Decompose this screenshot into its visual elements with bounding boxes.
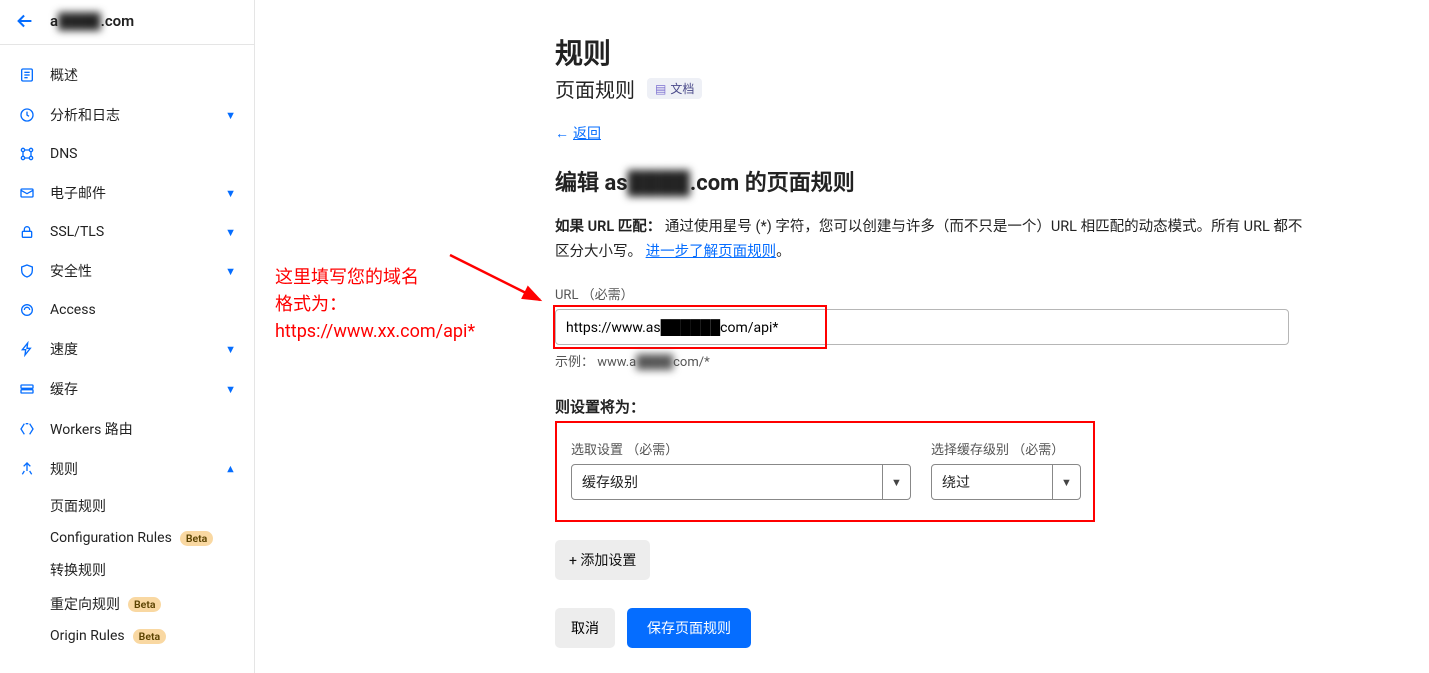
page-subtitle-row: 页面规则 ▤ 文档 [555,74,1305,103]
sidebar-item-overview[interactable]: 概述 [0,55,254,95]
sidebar-item-workers[interactable]: Workers 路由 [0,409,254,449]
learn-more-link[interactable]: 进一步了解页面规则 [646,243,777,260]
page-title: 规则 [555,32,1305,72]
sidebar-item-label: 速度 [50,339,211,359]
arrow-left-small-icon: ← [555,125,569,142]
sidebar: a████.com 概述 分析和日志 ▼ DNS 电子邮件 ▼ SSL/TLS … [0,0,255,673]
analytics-icon [18,106,36,124]
sidebar-item-rules[interactable]: 规则 ▼ [0,449,254,489]
docs-link[interactable]: ▤ 文档 [647,78,702,99]
sidebar-item-label: SSL/TLS [50,224,211,240]
edit-heading: 编辑 as████.com 的页面规则 [555,165,1305,197]
sidebar-item-label: DNS [50,146,236,162]
url-example: 示例： www.a████com/* [555,351,1305,370]
sub-transform-rules[interactable]: 转换规则 [50,553,254,587]
sidebar-header: a████.com [0,0,254,45]
chevron-down-icon: ▼ [225,226,236,239]
cache-level-col: 选择缓存级别 （必需） 绕过 ▼ [931,439,1081,500]
sidebar-item-label: 分析和日志 [50,105,211,125]
chevron-down-icon: ▼ [225,109,236,122]
beta-badge: Beta [180,531,213,546]
then-heading: 则设置将为： [555,396,1305,417]
sidebar-item-access[interactable]: Access [0,291,254,329]
sidebar-nav: 概述 分析和日志 ▼ DNS 电子邮件 ▼ SSL/TLS ▼ 安全性 ▼ [0,45,254,651]
sidebar-item-cache[interactable]: 缓存 ▼ [0,369,254,409]
sub-page-rules[interactable]: 页面规则 [50,489,254,523]
sub-label: 重定向规则 [50,594,120,614]
sidebar-item-dns[interactable]: DNS [0,135,254,173]
rules-icon [18,460,36,478]
annotation-line: https://www.xx.com/api* [275,318,475,345]
main-content: 这里填写您的域名 格式为： https://www.xx.com/api* 规则… [255,0,1429,673]
url-input[interactable] [555,309,1289,345]
setting-select[interactable]: 缓存级别 ▼ [571,464,911,500]
bolt-icon [18,340,36,358]
sub-label: Configuration Rules [50,530,172,546]
chevron-down-icon: ▼ [1052,465,1080,499]
sidebar-item-label: 规则 [50,459,211,479]
sub-label: Origin Rules [50,628,125,644]
sidebar-item-label: 缓存 [50,379,211,399]
overview-icon [18,66,36,84]
setting-select-col: 选取设置 （必需） 缓存级别 ▼ [571,439,911,500]
chevron-down-icon: ▼ [225,265,236,278]
match-label: 如果 URL 匹配： [555,218,661,235]
back-link[interactable]: ← 返回 [555,123,601,143]
sidebar-item-label: 概述 [50,65,236,85]
chevron-down-icon: ▼ [225,343,236,356]
back-label: 返回 [573,123,601,143]
annotation-arrow-icon [445,250,555,310]
sidebar-item-label: 电子邮件 [50,183,211,203]
beta-badge: Beta [128,597,161,612]
doc-icon: ▤ [655,82,666,96]
docs-label: 文档 [670,80,694,97]
chevron-down-icon: ▼ [225,383,236,396]
workers-icon [18,420,36,438]
cache-level-label: 选择缓存级别 （必需） [931,439,1081,458]
sub-redirect-rules[interactable]: 重定向规则 Beta [50,587,254,621]
shield-icon [18,262,36,280]
sub-label: 转换规则 [50,560,106,580]
select-value: 绕过 [932,472,1052,492]
lock-icon [18,223,36,241]
sub-label: 页面规则 [50,496,106,516]
sidebar-item-ssl[interactable]: SSL/TLS ▼ [0,213,254,251]
save-button[interactable]: 保存页面规则 [627,608,751,648]
access-icon [18,301,36,319]
sub-config-rules[interactable]: Configuration Rules Beta [50,523,254,553]
settings-row: 选取设置 （必需） 缓存级别 ▼ 选择缓存级别 （必需） 绕过 ▼ [555,421,1095,522]
match-description: 如果 URL 匹配： 通过使用星号 (*) 字符，您可以创建与许多（而不只是一个… [555,215,1305,264]
cache-level-select[interactable]: 绕过 ▼ [931,464,1081,500]
rules-submenu: 页面规则 Configuration Rules Beta 转换规则 重定向规则 B… [0,489,254,651]
beta-badge: Beta [133,629,166,644]
chevron-up-icon: ▼ [225,463,236,476]
select-value: 缓存级别 [572,472,882,492]
page-subtitle: 页面规则 [555,74,635,103]
sidebar-item-label: 安全性 [50,261,211,281]
cache-icon [18,380,36,398]
cancel-button[interactable]: 取消 [555,608,615,648]
sidebar-item-label: Workers 路由 [50,419,236,439]
url-field-label: URL （必需） [555,284,1305,303]
url-input-wrap [555,309,1305,345]
back-arrow-icon[interactable] [14,10,36,32]
sub-origin-rules[interactable]: Origin Rules Beta [50,621,254,651]
add-setting-button[interactable]: + 添加设置 [555,540,650,580]
chevron-down-icon: ▼ [882,465,910,499]
action-row: 取消 保存页面规则 [555,608,1305,648]
sidebar-item-label: Access [50,302,236,318]
chevron-down-icon: ▼ [225,187,236,200]
email-icon [18,184,36,202]
sidebar-item-analytics[interactable]: 分析和日志 ▼ [0,95,254,135]
domain-title: a████.com [50,12,134,30]
sidebar-item-speed[interactable]: 速度 ▼ [0,329,254,369]
sidebar-item-email[interactable]: 电子邮件 ▼ [0,173,254,213]
sidebar-item-security[interactable]: 安全性 ▼ [0,251,254,291]
dns-icon [18,145,36,163]
setting-select-label: 选取设置 （必需） [571,439,911,458]
